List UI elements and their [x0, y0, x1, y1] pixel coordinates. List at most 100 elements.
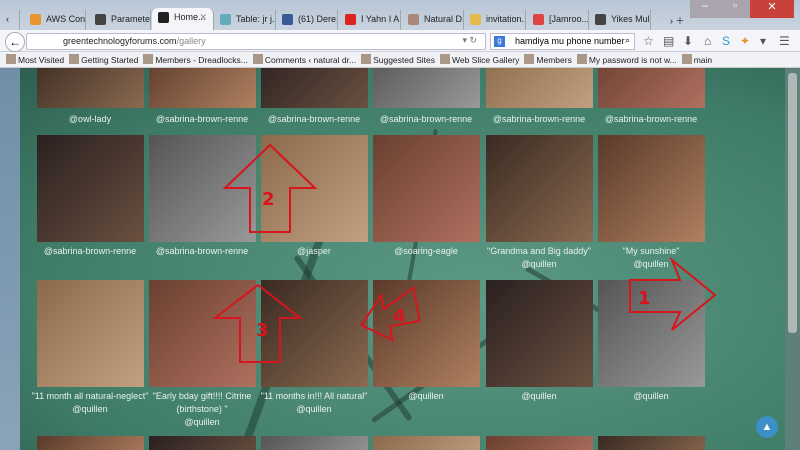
tab[interactable]: AWS Console... [24, 10, 86, 30]
gallery-image[interactable] [37, 436, 144, 450]
gallery-image[interactable] [149, 68, 256, 108]
gallery-image[interactable] [598, 68, 705, 108]
gallery-image[interactable] [149, 280, 256, 387]
gallery-page: @owl-lady @sabrina-brown-renne "11 month a… [20, 68, 785, 450]
bookmark-item[interactable]: Comments ‹ natural dr... [252, 54, 357, 67]
gallery-image[interactable] [149, 436, 256, 450]
extension-icon[interactable]: ✦ [740, 34, 750, 48]
bookmark-item[interactable]: My password is not w... [576, 54, 677, 67]
close-window-button[interactable]: ✕ [750, 0, 794, 18]
home-icon[interactable]: ⌂ [704, 34, 711, 48]
gallery-image[interactable] [598, 280, 705, 387]
gallery-image[interactable] [486, 135, 593, 242]
tab[interactable]: Yikes Mul... [589, 10, 651, 30]
gallery-username[interactable]: @soaring-eagle [367, 245, 485, 258]
bookmark-item[interactable]: Members - Dreadlocks... [143, 54, 248, 67]
gallery-username[interactable]: @quillen [367, 390, 485, 403]
bookmark-label: Comments ‹ natural dr... [264, 55, 357, 65]
dropdown-icon[interactable]: ▾ [760, 34, 766, 48]
scrollbar-thumb[interactable] [788, 73, 797, 333]
gallery-image[interactable] [486, 436, 593, 450]
gallery-image[interactable] [261, 436, 368, 450]
gallery-image[interactable] [373, 68, 480, 108]
gallery-username[interactable]: @quillen [255, 403, 373, 416]
gallery-username[interactable]: @sabrina-brown-renne [480, 113, 598, 126]
gallery-image[interactable] [486, 68, 593, 108]
gallery-username[interactable]: @jasper [255, 245, 373, 258]
tab-scroll-left[interactable]: ‹ [0, 10, 20, 30]
gallery-image[interactable] [261, 68, 368, 108]
bookmark-icon [143, 54, 154, 64]
clipboard-icon[interactable]: ▤ [663, 34, 674, 48]
tab[interactable]: Natural D... [402, 10, 464, 30]
minimize-button[interactable]: – [690, 0, 720, 18]
tab-label: I Yahn I A... [361, 14, 401, 24]
tab[interactable]: I Yahn I A... [339, 10, 401, 30]
gallery-username[interactable]: @quillen [592, 258, 710, 271]
bookmark-item[interactable]: Most Visited [6, 54, 64, 67]
download-icon[interactable]: ⬇ [683, 34, 693, 48]
maximize-button[interactable]: ▫ [720, 0, 750, 18]
tab-label: (61) Dere... [298, 14, 338, 24]
gallery-caption: "Early bday gift!!!! Citrine (birthstone… [143, 390, 261, 429]
tab-favicon [30, 14, 41, 25]
gallery-username[interactable]: @quillen [143, 416, 261, 429]
gallery-username[interactable]: @quillen [480, 258, 598, 271]
gallery-caption: "Grandma and Big daddy" @quillen [480, 245, 598, 271]
gallery-image[interactable] [149, 135, 256, 242]
tab[interactable]: Table: jr j... [214, 10, 276, 30]
gallery-username[interactable]: @quillen [592, 390, 710, 403]
gallery-image[interactable] [598, 135, 705, 242]
scrollbar[interactable] [785, 68, 800, 450]
gallery-username[interactable]: @sabrina-brown-renne [143, 113, 261, 126]
tab-scroll-right[interactable]: › ＋ [648, 10, 685, 30]
url-bar[interactable]: greentechnologyforums.com/gallery ▾ ↻ [26, 33, 486, 50]
gallery-username[interactable]: @quillen [480, 390, 598, 403]
gallery-username[interactable]: @sabrina-brown-renne [31, 245, 149, 258]
menu-icon[interactable]: ☰ [779, 34, 790, 48]
gallery-image[interactable] [373, 135, 480, 242]
tab[interactable]: Paramete... [89, 10, 151, 30]
close-tab-icon[interactable]: ✕ [199, 12, 207, 23]
search-icon[interactable]: ⌕ [625, 35, 630, 46]
tab-label: Table: jr j... [236, 14, 276, 24]
gallery-username[interactable]: @quillen [31, 403, 149, 416]
url-host: greentechnologyforums.com [63, 36, 177, 46]
gallery-username[interactable]: @sabrina-brown-renne [592, 113, 710, 126]
bookmark-icon [576, 54, 587, 64]
reload-icon[interactable]: ▾ ↻ [462, 35, 477, 46]
tab[interactable]: invitation... [464, 10, 526, 30]
gallery-caption: @jasper [255, 245, 373, 258]
bookmark-item[interactable]: Getting Started [69, 54, 138, 67]
bookmark-label: Members [536, 55, 572, 65]
bookmark-item[interactable]: Web Slice Gallery [439, 54, 519, 67]
gallery-username[interactable]: @sabrina-brown-renne [143, 245, 261, 258]
gallery-image[interactable] [373, 280, 480, 387]
gallery-image[interactable] [486, 280, 593, 387]
tab-favicon [408, 14, 419, 25]
search-input[interactable]: g hamdiya mu phone number ⌕ [490, 33, 635, 50]
star-icon[interactable]: ☆ [643, 34, 654, 48]
bookmark-item[interactable]: main [681, 54, 712, 67]
tab[interactable]: [Jamroo... [527, 10, 589, 30]
gallery-image[interactable] [598, 436, 705, 450]
skype-icon[interactable]: S [722, 34, 730, 48]
gallery-username[interactable]: @owl-lady [31, 113, 149, 126]
tab[interactable]: (61) Dere... [276, 10, 338, 30]
bookmark-item[interactable]: Suggested Sites [361, 54, 435, 67]
gallery-image[interactable] [261, 280, 368, 387]
gallery-username[interactable]: @sabrina-brown-renne [367, 113, 485, 126]
scroll-to-top-button[interactable]: ▲ [756, 416, 778, 438]
gallery-image[interactable] [373, 436, 480, 450]
gallery-image[interactable] [37, 280, 144, 387]
gallery-image[interactable] [37, 135, 144, 242]
tab-favicon [282, 14, 293, 25]
gallery-image[interactable] [37, 68, 144, 108]
gallery-title: "Grandma and Big daddy" [487, 246, 591, 256]
nav-bar: ← greentechnologyforums.com/gallery ▾ ↻ g… [0, 30, 800, 52]
gallery-username[interactable]: @sabrina-brown-renne [255, 113, 373, 126]
bookmark-item[interactable]: Members [524, 54, 572, 67]
tab[interactable]: Home... ✕ [152, 8, 214, 30]
back-button[interactable]: ← [5, 32, 25, 52]
gallery-image[interactable] [261, 135, 368, 242]
